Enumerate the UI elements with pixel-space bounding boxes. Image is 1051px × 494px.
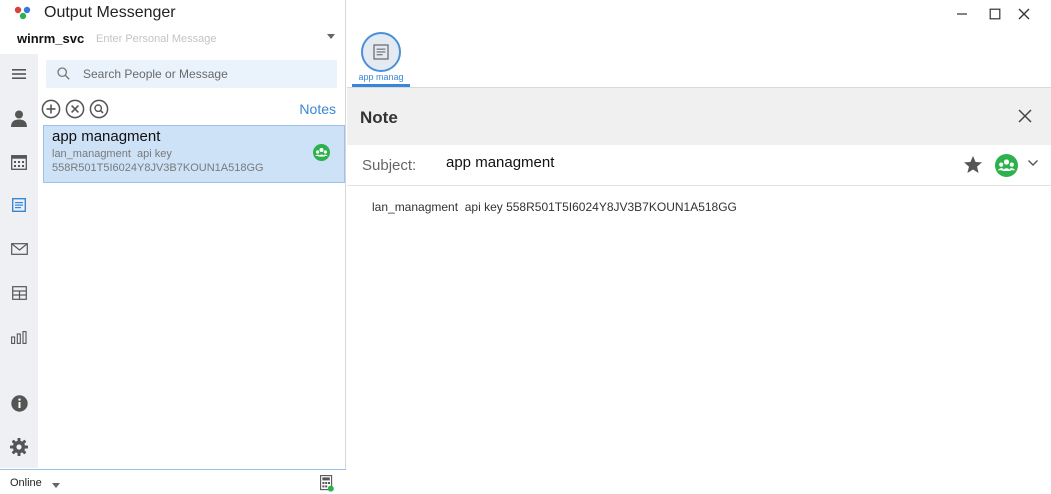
tab-avatar [361,32,401,72]
user-icon [11,110,27,127]
app-logo-icon [14,6,31,20]
subject-row: Subject: app managment [347,146,1051,186]
group-share-icon [313,144,330,161]
nav-rail [0,54,38,468]
minimize-button[interactable] [948,5,976,23]
note-header: Note [347,87,1051,145]
notes-button[interactable] [0,187,38,223]
contacts-button[interactable] [0,100,38,136]
maximize-button[interactable] [981,5,1009,23]
user-menu-caret-icon[interactable] [327,34,335,39]
settings-button[interactable] [0,429,38,465]
note-item-preview-line1: lan_managment api key [52,148,172,160]
title-bar: Output Messenger [0,0,346,26]
chevron-down-icon[interactable] [1027,158,1039,168]
close-note-icon[interactable] [1017,108,1033,124]
search-box [46,60,337,88]
note-item-preview-line2: 558R501T5I6024Y8JV3B7KOUN1A518GG [52,162,264,174]
personal-message-input[interactable] [96,30,316,48]
subject-label: Subject: [362,157,417,174]
close-window-button[interactable] [1010,5,1038,23]
tab-label: app manag [358,72,404,82]
search-circle-icon[interactable] [89,99,109,119]
group-share-icon[interactable] [995,154,1018,177]
calculator-icon[interactable] [320,475,334,492]
user-bar: winrm_svc [0,28,346,50]
close-circle-icon[interactable] [65,99,85,119]
notes-icon [12,198,26,212]
minimize-icon [957,13,967,15]
tab-app-manag[interactable]: app manag [352,32,410,87]
add-icon[interactable] [41,99,61,119]
calendar-button[interactable] [0,144,38,180]
notes-heading: Notes [299,101,336,117]
maximize-icon [989,8,1001,20]
calendar-icon [11,155,27,170]
table-button[interactable] [0,275,38,311]
search-input[interactable] [83,65,328,83]
table-icon [11,286,27,300]
search-icon [57,67,70,80]
menu-button[interactable] [0,56,38,92]
star-icon[interactable] [963,155,983,175]
status-select[interactable]: Online [10,477,42,489]
info-icon [10,394,28,412]
settings-icon [10,438,28,456]
menu-icon [12,69,26,79]
info-button[interactable] [0,385,38,421]
left-panel: Output Messenger winrm_svc Enter Persona… [0,0,346,494]
app-title: Output Messenger [44,4,176,21]
mail-button[interactable] [0,231,38,267]
status-caret-icon[interactable] [52,483,60,488]
app-window: Output Messenger winrm_svc Enter Persona… [0,0,1051,494]
username: winrm_svc [17,31,85,46]
subject-field[interactable]: app managment [446,154,554,171]
right-panel: app manag Note Subject: app managment la… [347,0,1051,494]
note-icon [373,44,389,60]
reports-button[interactable] [0,319,38,355]
note-header-title: Note [360,108,398,127]
note-item-title: app managment [52,128,161,145]
close-icon [1018,8,1030,20]
status-bar: Online [0,469,346,494]
mail-icon [10,243,28,255]
note-list-item[interactable]: app managment lan_managment api key 558R… [43,125,345,183]
chart-icon [11,330,27,344]
note-body[interactable]: lan_managment api key 558R501T5I6024Y8JV… [372,200,737,214]
